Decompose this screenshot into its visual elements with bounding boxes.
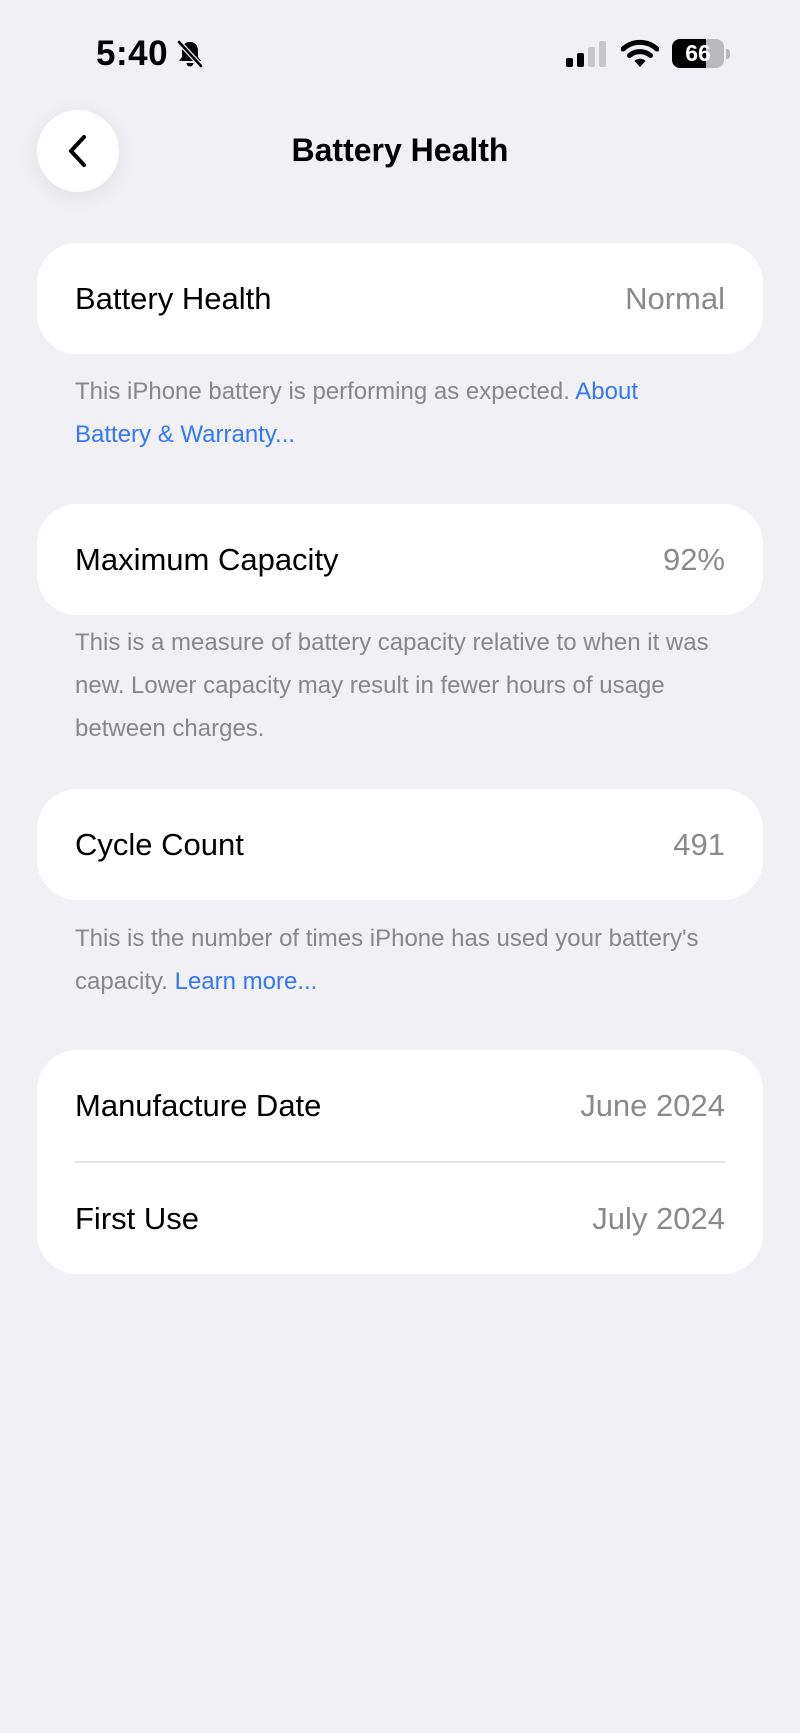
wifi-icon [621,39,659,67]
cellular-signal-icon [566,41,606,67]
maximum-capacity-card: Maximum Capacity 92% [37,504,763,615]
battery-health-footnote: This iPhone battery is performing as exp… [75,370,715,456]
status-time: 5:40 [96,34,169,73]
manufacture-date-row: Manufacture Date June 2024 [37,1050,763,1161]
first-use-label: First Use [75,1200,199,1236]
battery-health-label: Battery Health [75,280,272,316]
maximum-capacity-label: Maximum Capacity [75,541,339,577]
battery-health-card: Battery Health Normal [37,243,763,354]
dates-card: Manufacture Date June 2024 First Use Jul… [37,1050,763,1274]
battery-health-screen: 5:40 66 Battery Health Battery Health No… [0,0,800,1733]
status-bar: 5:40 66 [0,0,800,100]
maximum-capacity-footnote-text: This is a measure of battery capacity re… [75,629,709,742]
battery-health-footnote-text: This iPhone battery is performing as exp… [75,378,576,405]
page-title: Battery Health [291,132,509,168]
manufacture-date-label: Manufacture Date [75,1087,322,1123]
manufacture-date-value: June 2024 [580,1087,725,1123]
cycle-count-card: Cycle Count 491 [37,789,763,900]
battery-health-row[interactable]: Battery Health Normal [37,243,763,354]
maximum-capacity-value: 92% [662,541,725,577]
cycle-count-label: Cycle Count [75,826,244,862]
learn-more-link[interactable]: Learn more... [175,968,318,995]
maximum-capacity-row: Maximum Capacity 92% [37,504,763,615]
cycle-count-row: Cycle Count 491 [37,789,763,900]
battery-icon: 66 [672,39,730,68]
cycle-count-footnote-text: This is the number of times iPhone has u… [75,925,699,995]
battery-health-value: Normal [625,280,725,316]
first-use-value: July 2024 [592,1200,725,1236]
cycle-count-footnote: This is the number of times iPhone has u… [75,917,715,1003]
maximum-capacity-footnote: This is a measure of battery capacity re… [75,621,715,750]
cycle-count-value: 491 [673,826,725,862]
first-use-row: First Use July 2024 [37,1163,763,1274]
silent-mode-bell-icon [177,40,203,68]
battery-percentage: 66 [685,40,711,66]
